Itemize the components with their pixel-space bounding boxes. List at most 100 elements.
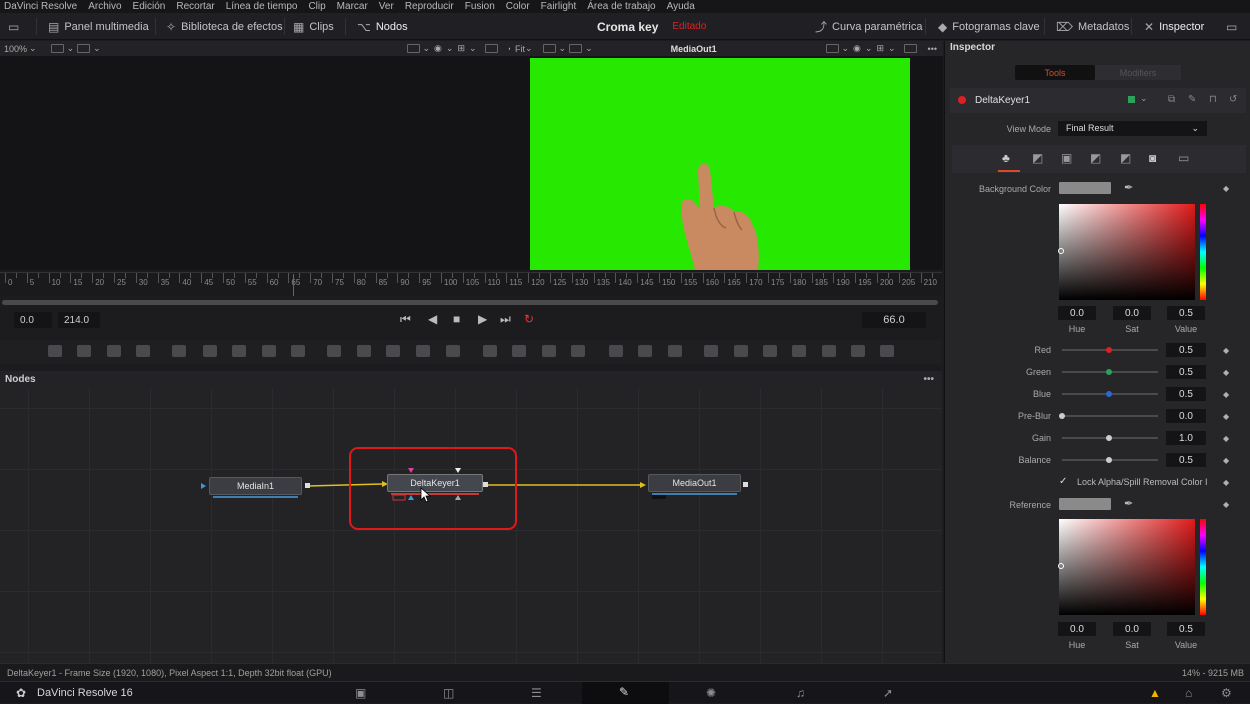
end-time-field[interactable]: 214.0: [58, 312, 100, 328]
tool-icon[interactable]: [416, 345, 430, 357]
start-time-field[interactable]: 0.0: [14, 312, 52, 328]
preblur-field[interactable]: 0.0: [1166, 409, 1206, 423]
playhead[interactable]: [292, 274, 294, 296]
tool-icon[interactable]: [327, 345, 341, 357]
preblur-slider-knob[interactable]: [1059, 413, 1065, 419]
chevron-down-icon[interactable]: ⌄: [1140, 93, 1148, 104]
tool-icon[interactable]: [232, 345, 246, 357]
picker-handle[interactable]: [1058, 563, 1064, 569]
mask-tab-icon[interactable]: ◙: [1149, 151, 1156, 165]
view-mode-select[interactable]: Final Result ⌄: [1058, 121, 1207, 136]
green-field[interactable]: 0.5: [1166, 365, 1206, 379]
tool-icon[interactable]: [638, 345, 652, 357]
timeline-scrollbar[interactable]: [2, 300, 938, 305]
pre-matte-tab-icon[interactable]: ◩: [1032, 151, 1043, 165]
node-mediaout1[interactable]: MediaOut1: [648, 474, 741, 495]
clips-button[interactable]: ▦ Clips: [293, 13, 334, 40]
metadata-button[interactable]: ⌦ Metadatos: [1056, 13, 1129, 40]
zoom-select[interactable]: 100%: [4, 44, 27, 54]
edit-page-icon[interactable]: ☰: [531, 686, 542, 700]
panel-toggle-icon[interactable]: ▭: [8, 13, 24, 40]
ref-sat-field[interactable]: 0.0: [1113, 622, 1151, 636]
inspector-button[interactable]: ✕ Inspector: [1144, 13, 1204, 40]
chevron-down-icon[interactable]: ⌄: [585, 43, 593, 54]
fringe-tab-icon[interactable]: ◩: [1090, 151, 1101, 165]
tool-icon[interactable]: [609, 345, 623, 357]
grid-icon[interactable]: ⊞: [457, 43, 465, 54]
step-back-icon[interactable]: ◀: [428, 312, 437, 326]
more-icon[interactable]: •••: [923, 374, 934, 385]
tuning-tab-icon[interactable]: ◩: [1120, 151, 1131, 165]
home-icon[interactable]: ⌂: [1185, 686, 1192, 700]
roi-icon[interactable]: [406, 44, 420, 53]
key-tab-icon[interactable]: ♣: [1002, 151, 1010, 165]
eyedropper-icon[interactable]: ✒: [1124, 497, 1133, 510]
current-time-field[interactable]: 66.0: [862, 312, 926, 328]
tool-icon[interactable]: [77, 345, 91, 357]
tool-icon[interactable]: [483, 345, 497, 357]
tool-icon[interactable]: [822, 345, 836, 357]
effects-library-button[interactable]: ✧ Biblioteca de efectos: [166, 13, 283, 40]
preblur-slider[interactable]: [1062, 415, 1158, 417]
play-icon[interactable]: ▶: [478, 312, 487, 326]
tool-icon[interactable]: [446, 345, 460, 357]
keyframe-diamond-icon[interactable]: ◆: [1223, 500, 1229, 509]
keyframe-diamond-icon[interactable]: ◆: [1223, 390, 1229, 399]
reference-color-swatch[interactable]: [1059, 498, 1111, 510]
keyframe-diamond-icon[interactable]: ◆: [1223, 368, 1229, 377]
menu-item[interactable]: Línea de tiempo: [226, 1, 298, 12]
roi-icon[interactable]: [825, 44, 839, 53]
gain-field[interactable]: 1.0: [1166, 431, 1206, 445]
keyframe-diamond-icon[interactable]: ◆: [1223, 478, 1229, 487]
timeline-ruler[interactable]: 0 5 10 15 20 25 30 35 40 45 50 55 60 65 70 75 80 85 90 95 10…: [0, 272, 942, 296]
curves-button[interactable]: ⤴ Curva paramétrica: [815, 13, 923, 40]
layout-icon[interactable]: [542, 44, 556, 53]
menu-item[interactable]: Marcar: [337, 1, 368, 12]
tool-color-swatch[interactable]: [1128, 96, 1135, 103]
viewer-icon[interactable]: [569, 44, 583, 53]
eyedropper-icon[interactable]: ✒: [1124, 181, 1133, 194]
balance-slider-knob[interactable]: [1106, 457, 1112, 463]
tool-icon[interactable]: [512, 345, 526, 357]
deliver-page-icon[interactable]: ➚: [883, 686, 893, 700]
balance-field[interactable]: 0.5: [1166, 453, 1206, 467]
bg-hue-field[interactable]: 0.0: [1058, 306, 1096, 320]
menu-item[interactable]: DaVinci Resolve: [4, 1, 77, 12]
menu-item[interactable]: Ayuda: [667, 1, 695, 12]
go-to-end-icon[interactable]: ⏭: [500, 312, 511, 327]
color-page-icon[interactable]: ✺: [706, 686, 716, 700]
chevron-down-icon[interactable]: ⌄: [865, 43, 873, 54]
lock-icon[interactable]: ⊓: [1209, 94, 1217, 105]
blue-field[interactable]: 0.5: [1166, 387, 1206, 401]
pin-icon[interactable]: ✎: [1188, 94, 1196, 105]
chevron-down-icon[interactable]: ⌄: [446, 43, 454, 54]
tool-icon[interactable]: [386, 345, 400, 357]
tool-icon[interactable]: [48, 345, 62, 357]
media-pool-button[interactable]: ▤ Panel multimedia: [48, 13, 149, 40]
bg-value-field[interactable]: 0.5: [1167, 306, 1205, 320]
tool-icon[interactable]: [851, 345, 865, 357]
tool-icon[interactable]: [704, 345, 718, 357]
chevron-down-icon[interactable]: ⌄: [93, 43, 101, 54]
menu-item[interactable]: Edición: [133, 1, 166, 12]
menu-item[interactable]: Clip: [308, 1, 325, 12]
hue-bar[interactable]: [1200, 204, 1206, 300]
lock-checkbox[interactable]: ✓: [1059, 476, 1067, 487]
menu-item[interactable]: Color: [506, 1, 530, 12]
fairlight-page-icon[interactable]: ♫: [796, 686, 805, 700]
keyframe-diamond-icon[interactable]: ◆: [1223, 184, 1229, 193]
node-mediain1[interactable]: MediaIn1: [209, 477, 302, 498]
fullscreen-icon[interactable]: ▭: [1226, 13, 1242, 40]
chevron-down-icon[interactable]: ⌄: [559, 43, 567, 54]
chevron-down-icon[interactable]: ⌄: [888, 43, 896, 54]
grid-icon[interactable]: ⊞: [876, 43, 884, 54]
chevron-down-icon[interactable]: ⌄: [67, 43, 75, 54]
ref-value-field[interactable]: 0.5: [1167, 622, 1205, 636]
tool-icon[interactable]: [203, 345, 217, 357]
chevron-down-icon[interactable]: ⌄: [842, 43, 850, 54]
safe-area-icon[interactable]: [903, 44, 917, 53]
menu-item[interactable]: Ver: [379, 1, 394, 12]
tool-icon[interactable]: [262, 345, 276, 357]
tool-icon[interactable]: [668, 345, 682, 357]
ref-hue-field[interactable]: 0.0: [1058, 622, 1096, 636]
